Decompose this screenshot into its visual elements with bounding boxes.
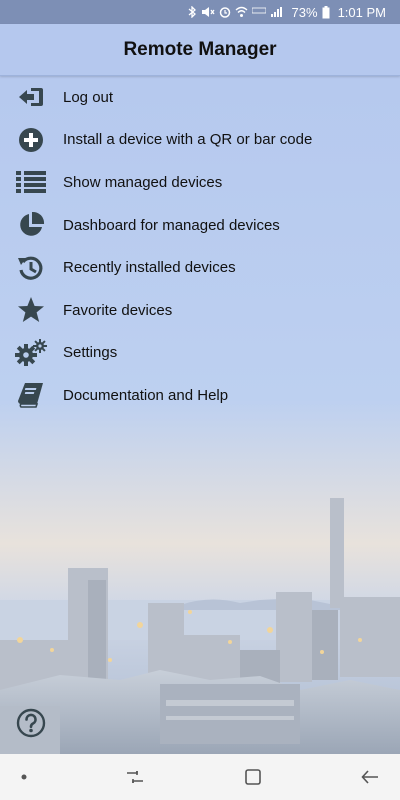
status-icons [187, 6, 282, 18]
signal-icon [270, 7, 282, 17]
system-nav-bar [0, 754, 400, 800]
battery-percent: 73% [291, 4, 318, 20]
lte-icon [251, 7, 266, 14]
menu-item-log-out[interactable]: Log out [0, 76, 400, 119]
home-icon [244, 769, 261, 785]
main-menu: Log out Install a device with a QR or ba… [0, 76, 400, 417]
dot-icon [21, 774, 27, 780]
menu-item-label: Dashboard for managed devices [63, 216, 280, 234]
recent-apps-icon [127, 771, 144, 783]
gears-icon [14, 338, 48, 367]
menu-item-label: Install a device with a QR or bar code [63, 131, 313, 149]
menu-item-show-devices[interactable]: Show managed devices [0, 161, 400, 204]
star-icon [14, 296, 48, 324]
menu-item-dashboard[interactable]: Dashboard for managed devices [0, 204, 400, 247]
list-icon [14, 168, 48, 196]
menu-item-label: Recently installed devices [63, 259, 236, 277]
menu-item-label: Documentation and Help [63, 386, 229, 404]
menu-item-favorites[interactable]: Favorite devices [0, 289, 400, 332]
app-header: Remote Manager [0, 24, 400, 76]
menu-item-settings[interactable]: Settings [0, 332, 400, 375]
back-icon [361, 770, 378, 784]
menu-item-label: Favorite devices [63, 301, 173, 319]
help-button[interactable] [16, 708, 46, 738]
bluetooth-icon [188, 6, 196, 18]
plus-circle-icon [14, 126, 48, 154]
nav-dot-button[interactable] [0, 754, 48, 800]
pie-chart-icon [14, 211, 48, 239]
wifi-icon [235, 6, 248, 17]
menu-item-label: Show managed devices [63, 173, 223, 191]
logout-icon [14, 83, 48, 111]
menu-item-label: Settings [63, 344, 118, 362]
page-title: Remote Manager [123, 38, 277, 60]
menu-item-label: Log out [63, 88, 114, 106]
status-bar: 73% 1:01 PM [0, 0, 400, 24]
alarm-icon [219, 7, 230, 18]
help-icon [16, 708, 46, 738]
clock: 1:01 PM [337, 4, 386, 20]
mute-icon [201, 7, 215, 17]
book-icon [14, 381, 48, 409]
battery-icon [322, 5, 330, 18]
menu-item-documentation[interactable]: Documentation and Help [0, 374, 400, 417]
menu-item-install-device[interactable]: Install a device with a QR or bar code [0, 119, 400, 162]
recent-apps-button[interactable] [105, 754, 165, 800]
back-button[interactable] [340, 754, 400, 800]
history-icon [14, 254, 48, 282]
home-button[interactable] [223, 754, 283, 800]
menu-item-recently-installed[interactable]: Recently installed devices [0, 246, 400, 289]
